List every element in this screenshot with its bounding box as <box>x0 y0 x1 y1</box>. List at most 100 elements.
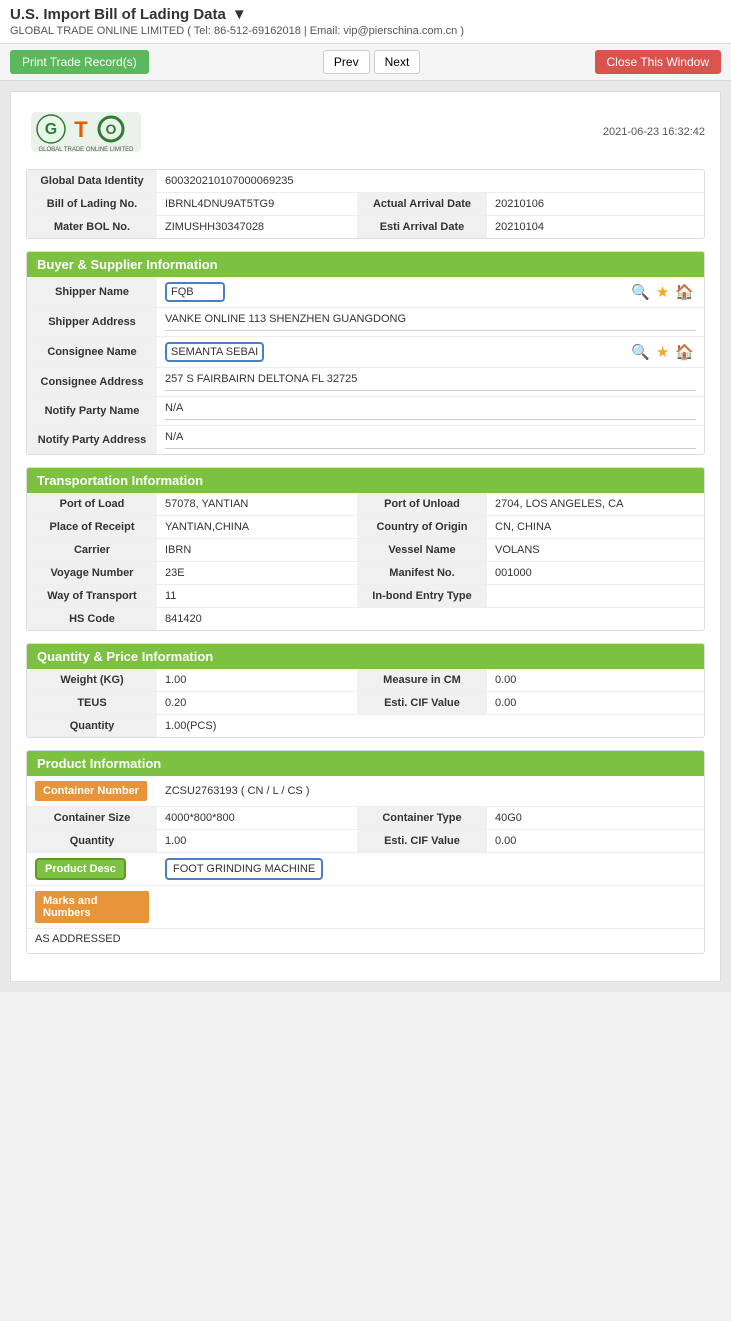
prev-button[interactable]: Prev <box>323 50 370 74</box>
global-data-value: 600320210107000069235 <box>157 170 704 193</box>
global-data-label: Global Data Identity <box>27 170 157 193</box>
next-button[interactable]: Next <box>374 50 421 74</box>
weight-kg-label: Weight (KG) <box>27 669 157 692</box>
quantity-label: Quantity <box>27 715 157 738</box>
country-of-origin-value: CN, CHINA <box>487 516 704 539</box>
svg-text:T: T <box>74 117 88 142</box>
transportation-section: Transportation Information Port of Load … <box>26 467 705 631</box>
app-title: U.S. Import Bill of Lading Data ▼ <box>10 6 721 23</box>
esti-cif-label: Esti. CIF Value <box>357 692 487 715</box>
container-number-row: Container Number ZCSU2763193 ( CN / L / … <box>27 776 704 807</box>
svg-text:G: G <box>45 121 57 138</box>
place-of-receipt-label: Place of Receipt <box>27 516 157 539</box>
shipper-address-row: Shipper Address VANKE ONLINE 113 SHENZHE… <box>27 308 704 337</box>
container-number-label-cell: Container Number <box>27 776 157 807</box>
teus-value: 0.20 <box>157 692 357 715</box>
container-size-label: Container Size <box>27 807 157 830</box>
container-type-label: Container Type <box>357 807 487 830</box>
country-of-origin-label: Country of Origin <box>357 516 487 539</box>
container-size-value: 4000*800*800 <box>157 807 357 830</box>
place-of-receipt-row: Place of Receipt YANTIAN,CHINA Country o… <box>27 516 704 539</box>
marks-numbers-label-cell: Marks and Numbers <box>27 886 157 929</box>
marks-numbers-value-row: AS ADDRESSED <box>27 929 704 954</box>
product-quantity-row: Quantity 1.00 Esti. CIF Value 0.00 <box>27 830 704 853</box>
close-button[interactable]: Close This Window <box>595 50 721 74</box>
hs-code-row: HS Code 841420 <box>27 608 704 631</box>
teus-label: TEUS <box>27 692 157 715</box>
toolbar: Print Trade Record(s) Prev Next Close Th… <box>0 44 731 81</box>
consignee-name-value: SEMANTA SEBAI <box>157 337 478 368</box>
port-of-unload-value: 2704, LOS ANGELES, CA <box>487 493 704 516</box>
product-desc-row: Product Desc FOOT GRINDING MACHINE <box>27 853 704 886</box>
way-of-transport-label: Way of Transport <box>27 585 157 608</box>
consignee-action-icons: 🔍 ★ 🏠 <box>486 343 694 361</box>
voyage-number-value: 23E <box>157 562 357 585</box>
transportation-table: Port of Load 57078, YANTIAN Port of Unlo… <box>27 493 704 630</box>
consignee-star-icon[interactable]: ★ <box>656 343 669 361</box>
product-info-header: Product Information <box>27 751 704 776</box>
container-size-row: Container Size 4000*800*800 Container Ty… <box>27 807 704 830</box>
marks-numbers-text: AS ADDRESSED <box>35 933 121 945</box>
product-esti-cif-label: Esti. CIF Value <box>357 830 487 853</box>
bill-of-lading-section: Global Data Identity 6003202101070000692… <box>26 169 705 239</box>
notify-party-name-label: Notify Party Name <box>27 397 157 426</box>
shipper-name-value: FQB <box>157 277 478 308</box>
timestamp: 2021-06-23 16:32:42 <box>603 126 705 138</box>
port-load-row: Port of Load 57078, YANTIAN Port of Unlo… <box>27 493 704 516</box>
carrier-label: Carrier <box>27 539 157 562</box>
container-number-label: Container Number <box>35 781 147 801</box>
hs-code-label: HS Code <box>27 608 157 631</box>
star-icon[interactable]: ★ <box>656 283 669 301</box>
consignee-home-icon[interactable]: 🏠 <box>675 343 694 361</box>
consignee-address-value: 257 S FAIRBAIRN DELTONA FL 32725 <box>157 368 704 397</box>
master-bol-label: Mater BOL No. <box>27 216 157 239</box>
notify-party-address-row: Notify Party Address N/A <box>27 426 704 455</box>
in-bond-entry-type-label: In-bond Entry Type <box>357 585 487 608</box>
marks-numbers-value <box>157 886 704 929</box>
content-area: G T O GLOBAL TRADE ONLINE LIMITED 2021-0… <box>0 81 731 992</box>
container-number-value: ZCSU2763193 ( CN / L / CS ) <box>157 776 704 807</box>
home-icon[interactable]: 🏠 <box>675 283 694 301</box>
measure-in-cm-value: 0.00 <box>487 669 704 692</box>
marks-numbers-row: Marks and Numbers <box>27 886 704 929</box>
shipper-name-row: Shipper Name FQB 🔍 ★ 🏠 <box>27 277 704 308</box>
container-type-value: 40G0 <box>487 807 704 830</box>
buyer-supplier-table: Shipper Name FQB 🔍 ★ 🏠 Shipper Addres <box>27 277 704 454</box>
doc-header: G T O GLOBAL TRADE ONLINE LIMITED 2021-0… <box>26 107 705 157</box>
port-of-load-value: 57078, YANTIAN <box>157 493 357 516</box>
port-of-load-label: Port of Load <box>27 493 157 516</box>
shipper-name-input: FQB <box>165 282 225 302</box>
print-button[interactable]: Print Trade Record(s) <box>10 50 149 74</box>
product-desc-value: FOOT GRINDING MACHINE <box>157 853 704 886</box>
buyer-supplier-section: Buyer & Supplier Information Shipper Nam… <box>26 251 705 455</box>
bol-row: Bill of Lading No. IBRNL4DNU9AT5TG9 Actu… <box>27 193 704 216</box>
consignee-search-icon[interactable]: 🔍 <box>631 343 650 361</box>
product-info-table: Container Number ZCSU2763193 ( CN / L / … <box>27 776 704 953</box>
quantity-price-section: Quantity & Price Information Weight (KG)… <box>26 643 705 738</box>
gto-logo: G T O GLOBAL TRADE ONLINE LIMITED <box>26 107 146 157</box>
company-info: GLOBAL TRADE ONLINE LIMITED ( Tel: 86-51… <box>10 25 721 37</box>
port-of-unload-label: Port of Unload <box>357 493 487 516</box>
notify-party-address-value: N/A <box>157 426 704 455</box>
logo-area: G T O GLOBAL TRADE ONLINE LIMITED <box>26 107 146 157</box>
measure-in-cm-label: Measure in CM <box>357 669 487 692</box>
product-desc-text: FOOT GRINDING MACHINE <box>173 863 315 875</box>
weight-kg-value: 1.00 <box>157 669 357 692</box>
marks-numbers-label: Marks and Numbers <box>35 891 149 923</box>
top-bar: U.S. Import Bill of Lading Data ▼ GLOBAL… <box>0 0 731 44</box>
dropdown-arrow[interactable]: ▼ <box>232 6 247 23</box>
shipper-action-icons: 🔍 ★ 🏠 <box>486 283 694 301</box>
app-title-text: U.S. Import Bill of Lading Data <box>10 6 226 23</box>
master-bol-value: ZIMUSHH30347028 <box>157 216 357 239</box>
way-transport-row: Way of Transport 11 In-bond Entry Type <box>27 585 704 608</box>
product-desc-label: Product Desc <box>35 858 126 880</box>
bol-value: IBRNL4DNU9AT5TG9 <box>157 193 357 216</box>
bol-label: Bill of Lading No. <box>27 193 157 216</box>
shipper-address-value: VANKE ONLINE 113 SHENZHEN GUANGDONG <box>157 308 704 337</box>
in-bond-entry-type-value <box>487 585 704 608</box>
consignee-address-label: Consignee Address <box>27 368 157 397</box>
esti-arrival-value: 20210104 <box>487 216 704 239</box>
hs-code-value: 841420 <box>157 608 704 631</box>
search-icon[interactable]: 🔍 <box>631 283 650 301</box>
esti-arrival-label: Esti Arrival Date <box>357 216 487 239</box>
